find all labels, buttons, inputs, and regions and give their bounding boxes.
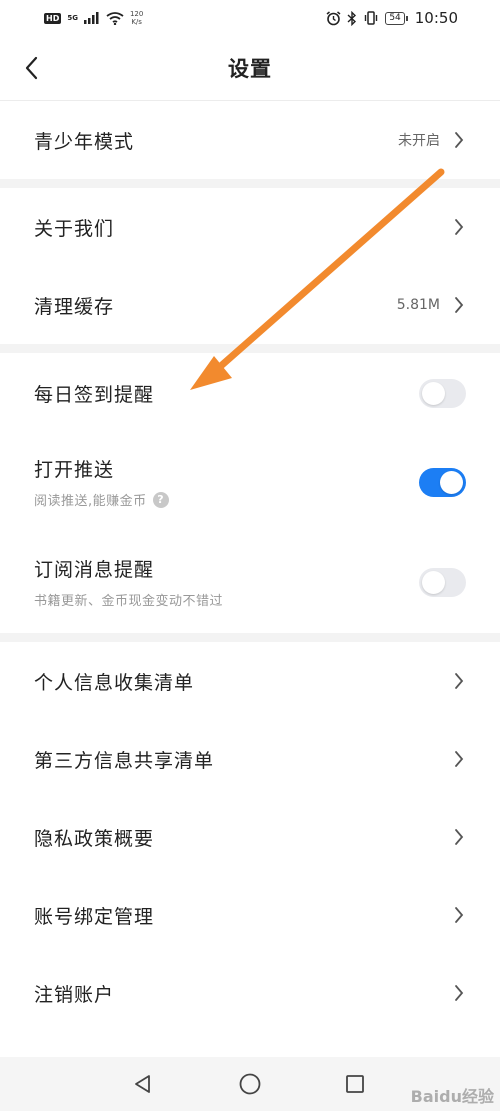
row-youth-mode[interactable]: 青少年模式 未开启 <box>0 101 500 179</box>
youth-mode-status: 未开启 <box>398 133 440 149</box>
signal-icon <box>83 12 99 24</box>
chevron-right-icon <box>455 673 464 689</box>
battery-indicator: 54 <box>385 11 409 25</box>
back-arrow-icon <box>25 56 38 80</box>
row-text: 打开推送 阅读推送,能赚金币 ? <box>34 455 169 509</box>
chevron-right-icon <box>455 829 464 845</box>
chevron-right-icon <box>455 219 464 235</box>
row-account-binding[interactable]: 账号绑定管理 <box>0 876 500 954</box>
status-right: 54 10:50 <box>326 9 458 27</box>
clock: 10:50 <box>414 9 458 27</box>
row-label: 账号绑定管理 <box>34 905 155 928</box>
wifi-icon <box>106 11 124 25</box>
checkin-reminder-toggle[interactable] <box>419 378 466 408</box>
row-right <box>452 217 466 237</box>
status-left: HD 5G 120 K/s <box>44 10 143 26</box>
row-personal-info-list[interactable]: 个人信息收集清单 <box>0 642 500 720</box>
nav-home-button[interactable] <box>235 1069 265 1099</box>
row-right: 未开启 <box>398 130 466 150</box>
network-speed: 120 K/s <box>130 10 143 26</box>
row-label: 注销账户 <box>34 983 115 1006</box>
chevron-right-icon <box>455 751 464 767</box>
vibrate-icon <box>365 11 378 25</box>
row-about-us[interactable]: 关于我们 <box>0 188 500 266</box>
row-clear-cache[interactable]: 清理缓存 5.81M <box>0 266 500 344</box>
subscription-subtitle-text: 书籍更新、金币现金变动不错过 <box>34 594 224 609</box>
watermark-logo: Baidu经验 <box>410 1087 494 1106</box>
row-privacy-summary[interactable]: 隐私政策概要 <box>0 798 500 876</box>
square-recents-icon <box>346 1075 364 1093</box>
row-label: 个人信息收集清单 <box>34 671 195 694</box>
bluetooth-icon <box>347 10 357 26</box>
help-icon[interactable]: ? <box>152 491 169 508</box>
network-gen: 5G <box>67 14 78 22</box>
row-label: 打开推送 <box>34 459 115 481</box>
subscription-reminder-toggle[interactable] <box>419 567 466 597</box>
system-nav-bar: Baidu经验 <box>0 1057 500 1111</box>
toggle-knob <box>422 381 445 405</box>
row-label: 清理缓存 <box>34 295 115 318</box>
speed-unit: K/s <box>131 18 142 26</box>
row-text: 订阅消息提醒 书籍更新、金币现金变动不错过 <box>34 555 223 609</box>
row-subtitle: 书籍更新、金币现金变动不错过 <box>34 590 223 609</box>
toggle-knob <box>422 570 445 594</box>
row-subscription-reminder: 订阅消息提醒 书籍更新、金币现金变动不错过 <box>0 531 500 633</box>
row-push-notifications: 打开推送 阅读推送,能赚金币 ? <box>0 433 500 531</box>
row-third-party-sharing[interactable]: 第三方信息共享清单 <box>0 720 500 798</box>
row-right: 5.81M <box>397 295 466 315</box>
chevron-right-icon <box>455 132 464 148</box>
section-divider <box>0 344 500 353</box>
alarm-icon <box>326 10 341 25</box>
row-label: 隐私政策概要 <box>34 827 155 850</box>
row-label: 每日签到提醒 <box>34 383 155 406</box>
row-label: 关于我们 <box>34 217 115 240</box>
row-label: 订阅消息提醒 <box>34 559 155 581</box>
chevron-right-icon <box>455 297 464 313</box>
row-label: 青少年模式 <box>34 130 135 153</box>
nav-recents-button[interactable] <box>340 1069 370 1099</box>
nav-back-button[interactable] <box>128 1069 158 1099</box>
row-checkin-reminder: 每日签到提醒 <box>0 353 500 433</box>
app-header: 设置 <box>0 36 500 101</box>
push-toggle[interactable] <box>419 467 466 497</box>
chevron-right-icon <box>455 907 464 923</box>
chevron-right-icon <box>455 985 464 1001</box>
row-label: 第三方信息共享清单 <box>34 749 215 772</box>
row-delete-account[interactable]: 注销账户 <box>0 954 500 1032</box>
toggle-knob <box>440 470 463 494</box>
speed-value: 120 <box>129 10 144 18</box>
back-button[interactable] <box>16 50 46 86</box>
section-divider <box>0 179 500 188</box>
section-divider <box>0 633 500 642</box>
triangle-back-icon <box>135 1075 150 1093</box>
cache-size: 5.81M <box>396 297 440 313</box>
hd-badge: HD <box>44 12 62 24</box>
circle-home-icon <box>239 1073 261 1095</box>
status-bar: HD 5G 120 K/s 54 10:50 <box>0 0 500 36</box>
page-title: 设置 <box>228 57 272 81</box>
row-subtitle: 阅读推送,能赚金币 ? <box>34 490 169 509</box>
push-subtitle-text: 阅读推送,能赚金币 <box>34 494 147 509</box>
